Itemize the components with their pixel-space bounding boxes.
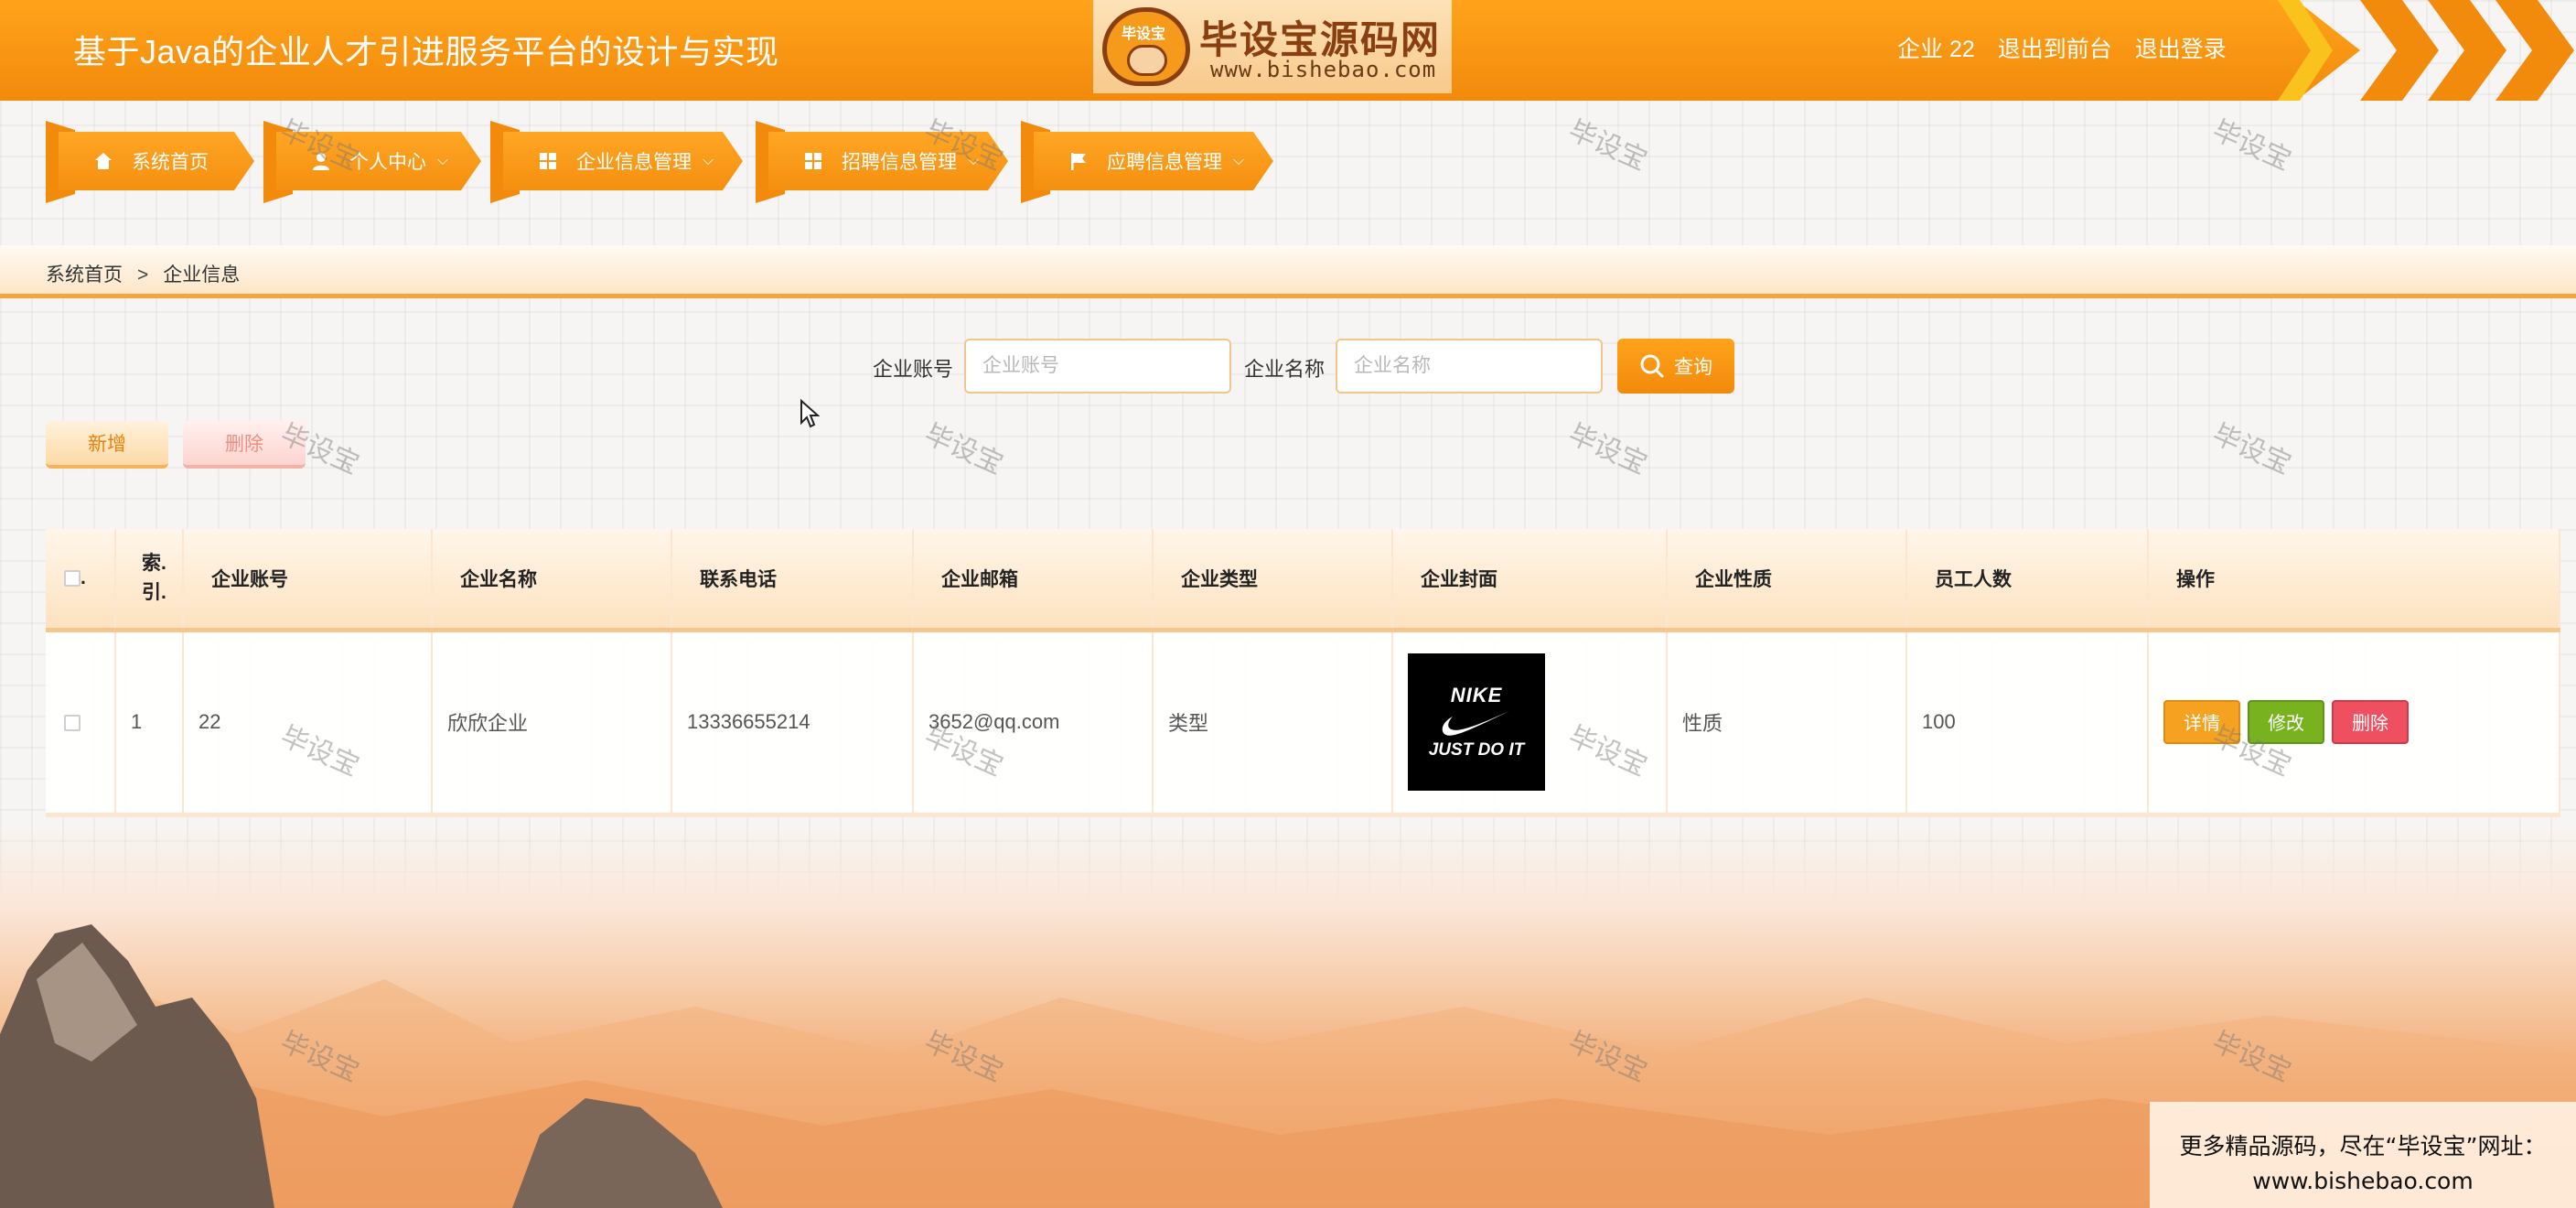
logo-badge-text: 毕设宝 [1122,25,1166,42]
grid-icon [803,151,823,171]
chevron-down-icon: ⌵ [437,153,449,168]
column-header-type: 企业类型 [1153,529,1393,632]
breadcrumb-home[interactable]: 系统首页 [46,264,123,286]
nav-label: 应聘信息管理 [1107,152,1222,173]
cell-type: 类型 [1153,630,1393,817]
cell-index: 1 [115,630,184,817]
column-header-email: 企业邮箱 [913,529,1154,632]
account-label: 企业账号 [873,358,954,381]
nav-item-home-button[interactable]: 系统首页 [59,132,254,190]
table-header-row: . 索. 引. 企业账号 企业名称 联系电话 企业邮箱 企业类型 企业封面 企业性… [46,529,2560,632]
nav-item-home[interactable]: 系统首页 [46,121,254,203]
nav-item-apply[interactable]: 应聘信息管理 ⌵ [1021,121,1273,203]
logout-link[interactable]: 退出登录 [2135,37,2227,62]
column-header-nature: 企业性质 [1667,529,1907,632]
promo-banner: 更多精品源码，尽在“毕设宝”网址： www.bishebao.com [2150,1102,2576,1208]
nav-label: 企业信息管理 [576,152,692,173]
chevron-down-icon: ⌵ [703,153,714,168]
cell-cover: NIKE JUST DO IT [1392,630,1668,817]
promo-line-2: www.bishebao.com [2252,1168,2474,1194]
cell-phone: 13336655214 [671,630,914,817]
company-table: . 索. 引. 企业账号 企业名称 联系电话 企业邮箱 企业类型 企业封面 企业性… [46,529,2560,817]
select-all-cell: . [46,529,116,632]
nav-item-apply-button[interactable]: 应聘信息管理 ⌵ [1034,132,1273,190]
logo-mascot-face [1127,45,1167,76]
chevron-down-icon: ⌵ [1233,153,1245,168]
top-header: 基于Java的企业人才引进服务平台的设计与实现 毕设宝 毕设宝源码网 www.b… [0,0,2576,101]
column-header-phone: 联系电话 [671,529,914,632]
breadcrumb-current: 企业信息 [163,264,241,286]
breadcrumb-bar: 系统首页 > 企业信息 [0,245,2576,298]
exit-to-front-link[interactable]: 退出到前台 [1998,37,2112,62]
cell-nature: 性质 [1667,630,1907,817]
chevron-decoration-icon [2278,0,2574,101]
cell-actions: 详情 修改 删除 [2148,630,2560,817]
company-cover-image[interactable]: NIKE JUST DO IT [1408,653,1545,791]
add-button[interactable]: 新增 [46,421,168,469]
column-header-name: 企业名称 [432,529,672,632]
table-row: 1 22 欣欣企业 13336655214 3652@qq.com 类型 NIK… [46,630,2560,817]
column-header-index: 索. 引. [115,529,184,632]
cover-text-slogan: JUST DO IT [1428,740,1525,760]
company-name-label: 企业名称 [1244,358,1326,381]
search-button-label: 查询 [1674,357,1712,378]
select-all-checkbox[interactable] [64,570,80,588]
logo-mascot-icon: 毕设宝 [1102,7,1190,86]
breadcrumb: 系统首页 > 企业信息 [46,260,240,287]
home-icon [93,151,113,171]
header-user-area: 企业 22 退出到前台 退出登录 [1897,31,2243,64]
column-header-account: 企业账号 [183,529,433,632]
delete-button[interactable]: 删除 [2332,700,2409,744]
nav-label: 系统首页 [132,152,209,173]
cell-name: 欣欣企业 [432,630,672,817]
column-header-actions: 操作 [2148,529,2560,632]
breadcrumb-separator: > [137,264,149,286]
row-checkbox-cell [46,630,116,817]
flag-icon [1068,151,1089,171]
swoosh-icon [1442,711,1509,736]
logo-url: www.bishebao.com [1210,57,1437,82]
mouse-cursor-icon [800,399,820,428]
search-form: 企业账号 企业名称 查询 [0,339,2576,394]
cell-employees: 100 [1906,630,2149,817]
column-header-employees: 员工人数 [1906,529,2149,632]
grid-icon [538,151,558,171]
cover-text-brand: NIKE [1450,684,1503,706]
site-logo: 毕设宝 毕设宝源码网 www.bishebao.com [1093,0,1452,93]
search-icon [1640,354,1664,378]
company-name-search-input[interactable] [1336,339,1603,394]
system-title: 基于Java的企业人才引进服务平台的设计与实现 [73,33,779,70]
nav-item-company[interactable]: 企业信息管理 ⌵ [490,121,743,203]
row-checkbox[interactable] [64,715,80,732]
column-header-cover: 企业封面 [1392,529,1668,632]
nav-item-company-button[interactable]: 企业信息管理 ⌵ [503,132,743,190]
header-check-mark: . [80,566,86,588]
search-button[interactable]: 查询 [1617,339,1734,394]
promo-line-1: 更多精品源码，尽在“毕设宝”网址： [2179,1133,2547,1159]
current-user-label: 企业 22 [1897,37,1975,62]
account-search-input[interactable] [964,339,1231,394]
